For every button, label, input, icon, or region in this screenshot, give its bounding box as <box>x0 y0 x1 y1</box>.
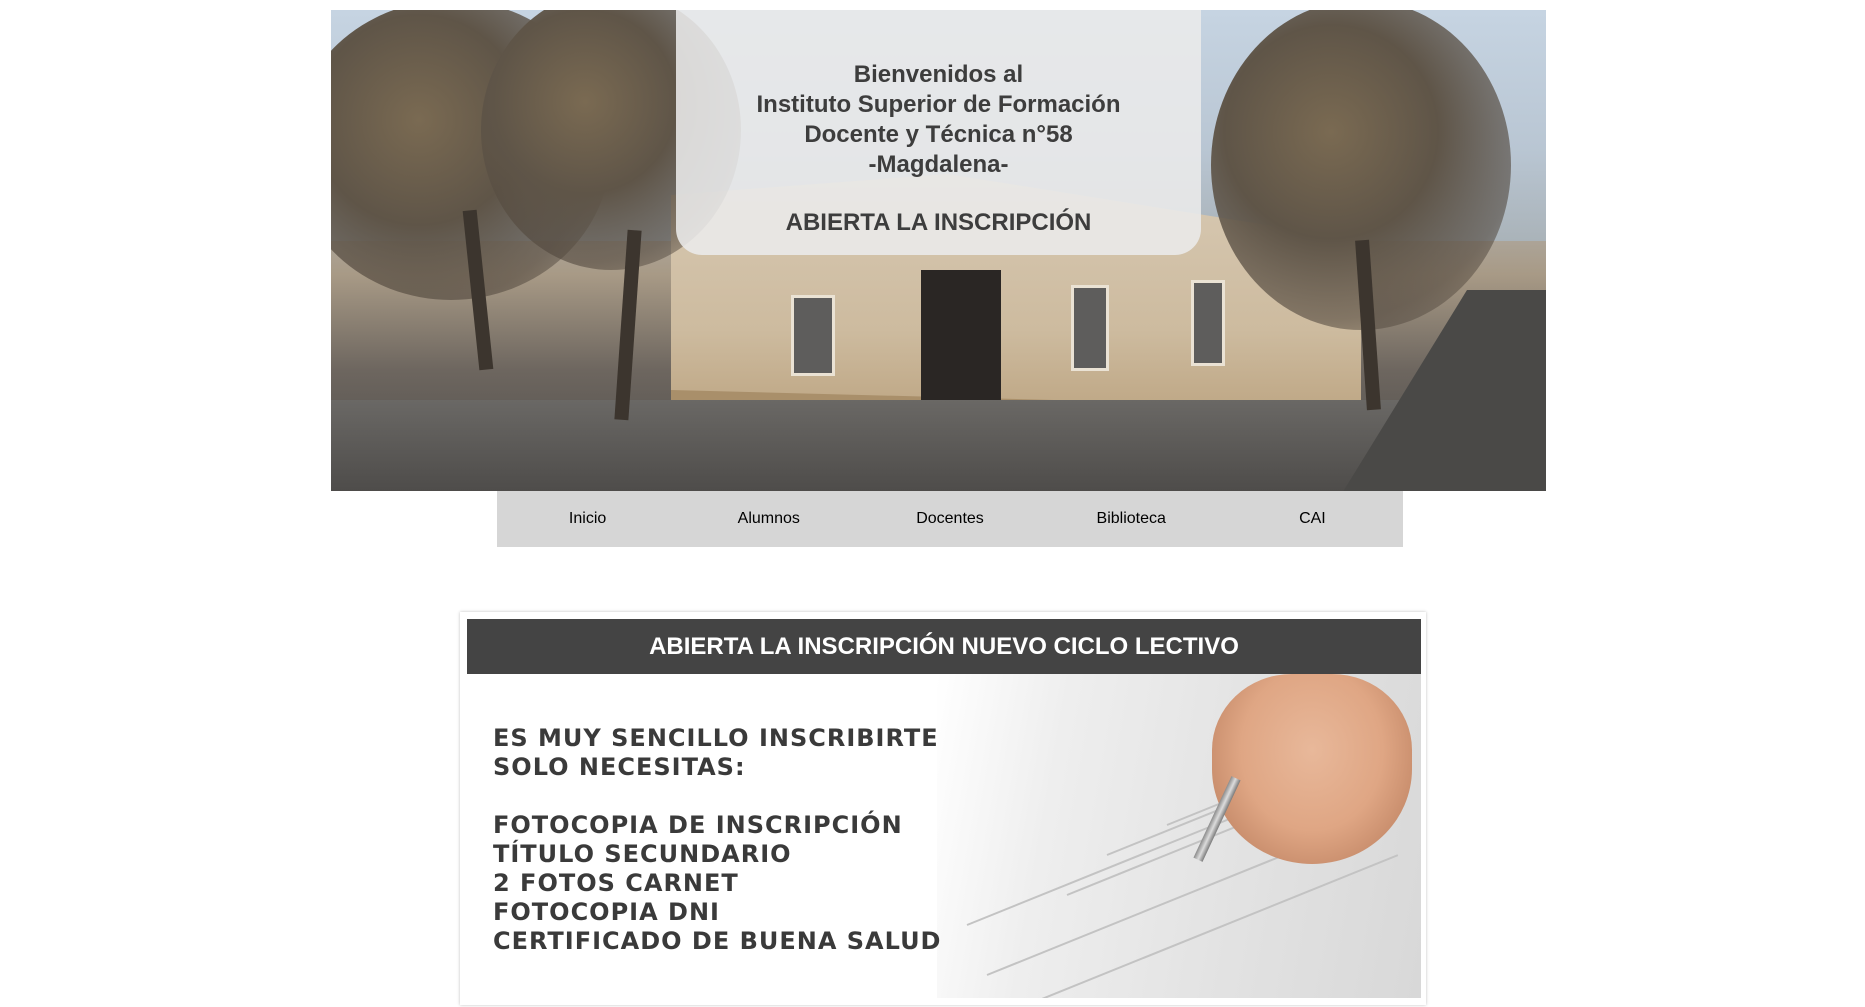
welcome-line: Docente y Técnica n°58 <box>804 121 1073 148</box>
nav-item-alumnos[interactable]: Alumnos <box>678 491 859 547</box>
requirement-item: TÍTULO SECUNDARIO <box>493 840 792 868</box>
inscription-header: ABIERTA LA INSCRIPCIÓN NUEVO CICLO LECTI… <box>467 619 1421 674</box>
hero-window <box>1191 280 1225 366</box>
nav-item-docentes[interactable]: Docentes <box>859 491 1040 547</box>
hero-window <box>791 295 835 376</box>
hand-illustration <box>1212 674 1412 864</box>
hero-banner: Bienvenidos al Instituto Superior de For… <box>331 10 1546 491</box>
welcome-text: Bienvenidos al Instituto Superior de For… <box>676 10 1201 180</box>
welcome-card: Bienvenidos al Instituto Superior de For… <box>676 10 1201 255</box>
welcome-line: -Magdalena- <box>868 151 1009 178</box>
welcome-open-label: ABIERTA LA INSCRIPCIÓN <box>785 209 1092 236</box>
requirement-item: FOTOCOPIA DE INSCRIPCIÓN <box>493 811 903 839</box>
welcome-line: Instituto Superior de Formación <box>756 91 1121 118</box>
requirement-item: 2 FOTOS CARNET <box>493 869 739 897</box>
inscription-image: ES MUY SENCILLO INSCRIBIRTE SOLO NECESIT… <box>467 674 1421 998</box>
nav-item-biblioteca[interactable]: Biblioteca <box>1041 491 1222 547</box>
requirement-item: FOTOCOPIA DNI <box>493 898 720 926</box>
inscription-card: ABIERTA LA INSCRIPCIÓN NUEVO CICLO LECTI… <box>460 612 1426 1005</box>
main-nav: Inicio Alumnos Docentes Biblioteca CAI <box>497 491 1403 547</box>
intro-line: SOLO NECESITAS: <box>493 753 746 781</box>
intro-line: ES MUY SENCILLO INSCRIBIRTE <box>493 724 939 752</box>
nav-item-inicio[interactable]: Inicio <box>497 491 678 547</box>
requirement-item: CERTIFICADO DE BUENA SALUD <box>493 927 942 955</box>
hero-window <box>1071 285 1109 371</box>
nav-item-cai[interactable]: CAI <box>1222 491 1403 547</box>
requirements-text: ES MUY SENCILLO INSCRIBIRTE SOLO NECESIT… <box>493 724 941 956</box>
welcome-line: Bienvenidos al <box>853 61 1024 88</box>
